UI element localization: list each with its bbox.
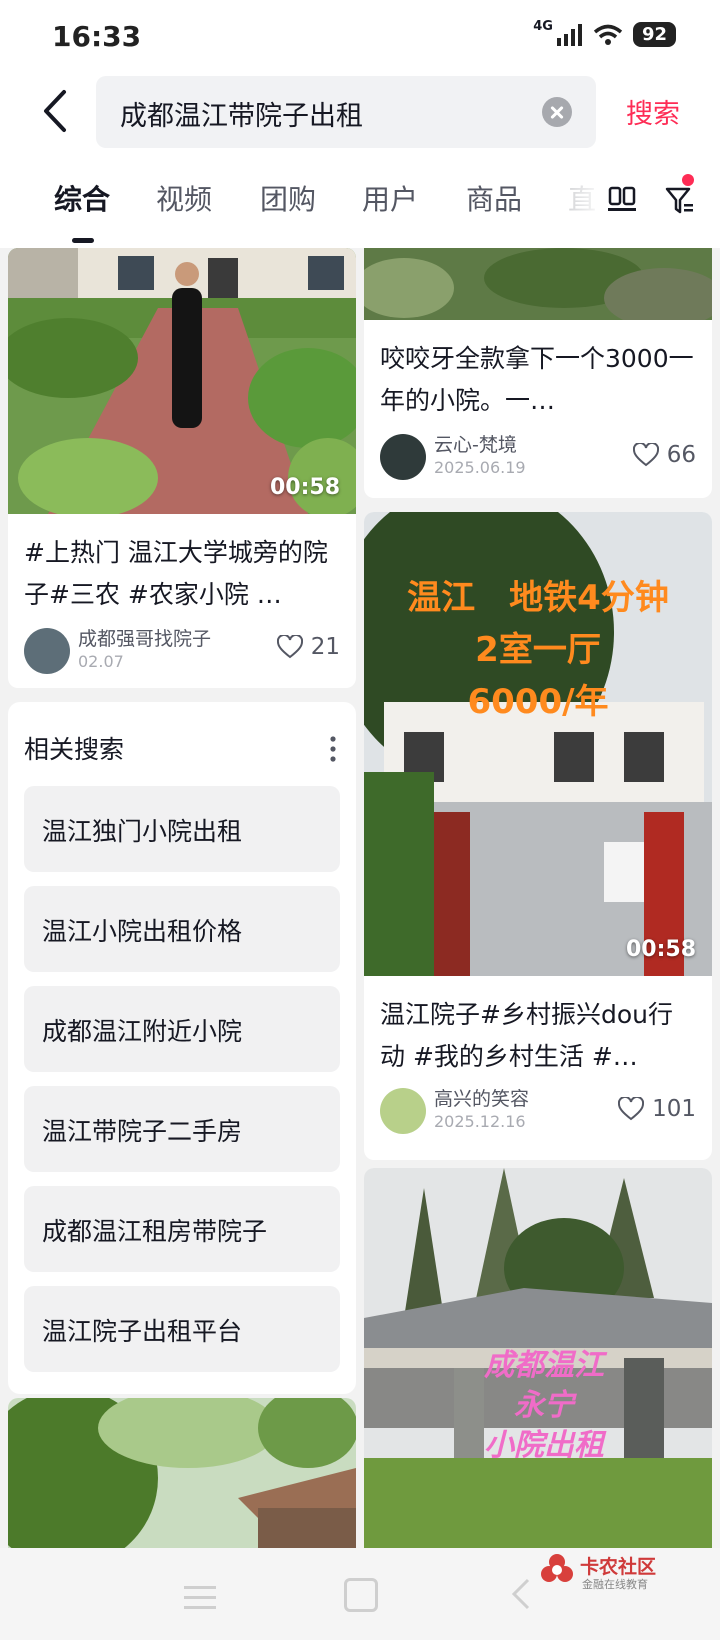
overlay-line-location: 温江 地铁4分钟 [407, 578, 669, 618]
heart-icon [618, 1097, 645, 1121]
more-options-icon[interactable] [330, 736, 336, 762]
related-searches: 相关搜索 温江独门小院出租 温江小院出租价格 成都温江附近小院 温江带院子二手房… [8, 702, 356, 1394]
avatar[interactable] [380, 1088, 426, 1134]
home-icon[interactable] [344, 1578, 378, 1612]
search-query: 成都温江带院子出租 [120, 101, 363, 132]
garden-photo [8, 1398, 356, 1548]
video-card[interactable]: 温江 地铁4分钟 2室一厅 6000/年 00:58 温江院子#乡村振兴dou行… [364, 512, 712, 1160]
related-search-chip[interactable]: 成都温江租房带院子 [24, 1186, 340, 1272]
chip-label: 温江带院子二手房 [42, 1117, 243, 1146]
video-card[interactable]: 成都温江 永宁 小院出租 [364, 1168, 712, 1548]
watermark: 卡农社区 金融在线教育 [540, 1550, 710, 1591]
layout-toggle-icon[interactable] [608, 186, 636, 212]
video-title: 咬咬牙全款拿下一个3000一年的小院。一… [380, 344, 694, 415]
like-count: 66 [666, 442, 696, 468]
chip-label: 温江院子出租平台 [42, 1317, 243, 1346]
overlay-line-price: 6000/年 [467, 682, 609, 722]
overlay-line-rent: 小院出租 [484, 1428, 604, 1463]
author-name[interactable]: 高兴的笑容 [434, 1084, 529, 1111]
back-arrow-icon[interactable] [36, 86, 76, 136]
tab-all[interactable]: 综合 [54, 178, 110, 218]
like-button[interactable]: 66 [632, 442, 696, 468]
author-name[interactable]: 成都强哥找院子 [78, 624, 211, 651]
like-count: 21 [310, 634, 340, 660]
like-button[interactable]: 101 [618, 1096, 696, 1122]
related-searches-title: 相关搜索 [24, 735, 125, 764]
overlay-text: 温江 地铁4分钟 2室一厅 6000/年 [364, 572, 712, 728]
post-date: 2025.12.16 [434, 1112, 526, 1131]
wifi-icon [593, 24, 623, 45]
avatar[interactable] [24, 628, 70, 674]
network-label: 4G [533, 19, 553, 34]
video-duration: 00:58 [625, 937, 696, 962]
tab-fade [566, 178, 606, 218]
chip-label: 成都温江租房带院子 [42, 1217, 268, 1246]
watermark-subtitle: 金融在线教育 [582, 1578, 648, 1591]
filter-notification-dot [682, 174, 694, 186]
related-search-chip[interactable]: 温江小院出租价格 [24, 886, 340, 972]
tab-groupbuy[interactable]: 团购 [260, 178, 316, 218]
related-search-chip[interactable]: 温江带院子二手房 [24, 1086, 340, 1172]
overlay-line-area: 永宁 [514, 1388, 574, 1423]
clear-icon[interactable] [542, 97, 572, 127]
top-bar: 16:33 4G 92 成都温江带院子出租 搜索 综合 视频 团购 用户 商品 … [0, 0, 720, 248]
heart-icon [276, 635, 303, 659]
video-title: #上热门 温江大学城旁的院子#三农 #农家小院 … [24, 538, 328, 609]
like-button[interactable]: 21 [276, 634, 340, 660]
filter-icon[interactable] [664, 184, 696, 216]
post-date: 02.07 [78, 652, 124, 671]
video-thumbnail [364, 248, 712, 320]
menu-icon[interactable] [184, 1586, 216, 1610]
overlay-line-rooms: 2室一厅 [475, 630, 601, 670]
chip-label: 成都温江附近小院 [42, 1017, 243, 1046]
kanong-logo-icon [541, 1554, 573, 1582]
avatar[interactable] [380, 434, 426, 480]
overlay-text: 成都温江 永宁 小院出租 [424, 1346, 664, 1466]
tab-products[interactable]: 商品 [466, 178, 522, 218]
chip-label: 温江独门小院出租 [42, 817, 243, 846]
tab-video[interactable]: 视频 [156, 178, 212, 218]
tab-users[interactable]: 用户 [362, 178, 418, 218]
video-card[interactable]: 00:58 #上热门 温江大学城旁的院子#三农 #农家小院 … 成都强哥找院子 … [8, 248, 356, 688]
signal-icon [556, 23, 582, 46]
search-input[interactable]: 成都温江带院子出租 [96, 76, 596, 148]
chip-label: 温江小院出租价格 [42, 917, 243, 946]
video-duration: 00:58 [269, 475, 340, 500]
video-title: 温江院子#乡村振兴dou行动 #我的乡村生活 #… [380, 1000, 673, 1071]
active-tab-indicator [72, 238, 94, 243]
battery-level: 92 [632, 22, 676, 47]
author-name[interactable]: 云心-梵境 [434, 430, 517, 457]
status-time: 16:33 [52, 20, 142, 53]
nav-back-icon[interactable] [506, 1576, 536, 1612]
plants-photo [364, 248, 712, 320]
status-icons: 4G 92 [533, 19, 676, 47]
video-card[interactable] [8, 1398, 356, 1548]
video-card[interactable]: 咬咬牙全款拿下一个3000一年的小院。一… 云心-梵境 2025.06.19 6… [364, 248, 712, 498]
search-button[interactable]: 搜索 [626, 92, 680, 131]
heart-icon [632, 443, 659, 467]
video-thumbnail: 温江 地铁4分钟 2室一厅 6000/年 00:58 [364, 512, 712, 976]
related-search-chip[interactable]: 温江独门小院出租 [24, 786, 340, 872]
like-count: 101 [652, 1096, 696, 1122]
post-date: 2025.06.19 [434, 458, 526, 477]
related-search-chip[interactable]: 温江院子出租平台 [24, 1286, 340, 1372]
overlay-line-city: 成都温江 [484, 1348, 604, 1383]
related-search-chip[interactable]: 成都温江附近小院 [24, 986, 340, 1072]
watermark-name: 卡农社区 [580, 1556, 657, 1578]
video-thumbnail: 00:58 [8, 248, 356, 514]
